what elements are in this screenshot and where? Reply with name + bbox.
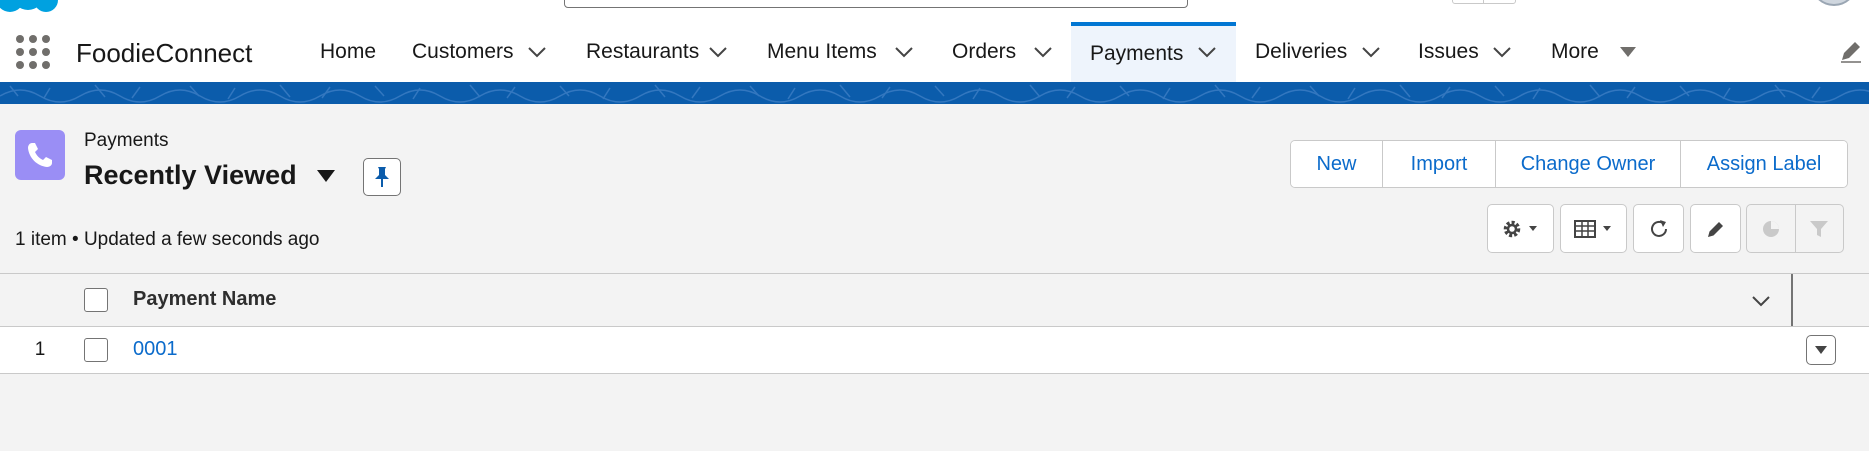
change-owner-button[interactable]: Change Owner [1496,141,1681,187]
list-view-name[interactable]: Recently Viewed [84,160,297,191]
object-label: Payments [84,130,169,151]
filter-button [1796,205,1844,252]
row-actions-button[interactable] [1806,335,1836,365]
table-row: 1 0001 [0,327,1869,374]
nav-tab-label: Restaurants [586,40,700,63]
select-all-checkbox[interactable] [84,288,108,312]
favorites-button-group[interactable] [1452,0,1516,4]
charts-button [1747,205,1796,252]
list-status-text: 1 item • Updated a few seconds ago [15,229,320,250]
table-header-row: Payment Name [0,273,1869,327]
chevron-down-icon[interactable] [522,22,552,82]
pin-list-view-button[interactable] [363,158,401,196]
gear-icon [1503,220,1537,237]
nav-tab-menu-items[interactable]: Menu Items [749,22,889,82]
row-checkbox[interactable] [84,338,108,362]
chevron-down-icon[interactable] [1748,290,1774,312]
nav-tab-home[interactable]: Home [302,22,396,82]
nav-tab-deliveries[interactable]: Deliveries [1237,22,1367,82]
phone-icon [15,130,65,180]
list-view-controls-button[interactable] [1487,204,1554,253]
chevron-down-icon[interactable] [889,22,919,82]
chevron-down-icon[interactable] [1028,22,1058,82]
edit-list-button[interactable] [1690,204,1741,253]
nav-tab-label: Issues [1418,40,1479,63]
pencil-icon[interactable] [1838,38,1864,64]
new-button[interactable]: New [1291,141,1383,187]
pin-icon [375,167,389,187]
nav-tab-label: More [1551,40,1599,63]
global-search-input[interactable] [564,0,1188,8]
pie-chart-icon [1762,220,1779,237]
nav-tab-issues[interactable]: Issues [1400,22,1500,82]
nav-more-menu[interactable]: More [1533,22,1619,82]
brand-pattern [0,84,1869,103]
refresh-icon [1650,219,1667,237]
nav-tab-customers[interactable]: Customers [394,22,516,82]
caret-down-icon[interactable] [1613,22,1643,82]
nav-tab-label: Home [320,40,377,63]
row-number: 1 [34,339,46,360]
nav-tab-label: Payments [1090,42,1184,65]
nav-tab-restaurants[interactable]: Restaurants [568,22,708,82]
import-button[interactable]: Import [1383,141,1496,187]
nav-tab-orders[interactable]: Orders [934,22,1034,82]
global-header [0,0,1869,22]
user-avatar[interactable] [1812,0,1856,6]
chevron-down-icon[interactable] [1356,22,1386,82]
salesforce-cloud-logo [0,0,58,12]
nav-tab-label: Orders [952,40,1017,63]
filter-icon [1810,220,1829,237]
nav-tab-label: Deliveries [1255,40,1348,63]
table-icon [1573,219,1611,238]
column-resize-handle[interactable] [1791,274,1793,326]
brand-band [0,82,1869,104]
chevron-down-icon[interactable] [1192,22,1222,82]
chart-filter-button-group [1746,204,1844,253]
list-actions-button-group: New Import Change Owner Assign Label [1290,140,1848,188]
caret-down-icon [1815,346,1827,354]
app-name: FoodieConnect [76,38,253,68]
nav-tab-label: Menu Items [767,40,877,63]
chevron-down-icon[interactable] [703,22,733,82]
pencil-icon [1707,221,1723,237]
assign-label-button[interactable]: Assign Label [1681,141,1847,187]
list-table: Payment Name 1 0001 [0,273,1869,374]
caret-down-icon[interactable] [316,168,336,184]
column-header-payment-name[interactable]: Payment Name [133,288,276,311]
chevron-down-icon[interactable] [1487,22,1517,82]
payment-name-link[interactable]: 0001 [133,338,178,361]
app-navigation-bar: FoodieConnect Home Customers Restaurants… [0,22,1869,82]
nav-tab-label: Customers [412,40,514,63]
refresh-button[interactable] [1633,204,1684,253]
app-launcher-icon[interactable] [16,35,50,69]
display-as-button[interactable] [1560,204,1627,253]
